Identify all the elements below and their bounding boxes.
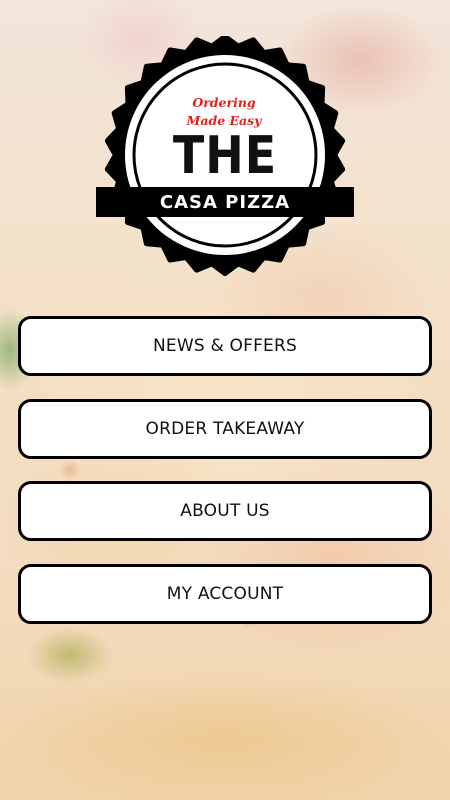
news-offers-button[interactable]: NEWS & OFFERS	[18, 316, 432, 376]
logo-title: THE	[172, 124, 278, 186]
brand-logo: Ordering Made Easy THE CASA PIZZA	[96, 36, 354, 276]
logo-name: CASA PIZZA	[159, 192, 291, 213]
order-takeaway-button[interactable]: ORDER TAKEAWAY	[18, 398, 432, 459]
about-us-button[interactable]: ABOUT US	[18, 481, 432, 541]
main-menu: NEWS & OFFERS ORDER TAKEAWAY ABOUT US MY…	[18, 316, 432, 646]
my-account-button[interactable]: MY ACCOUNT	[18, 563, 432, 624]
